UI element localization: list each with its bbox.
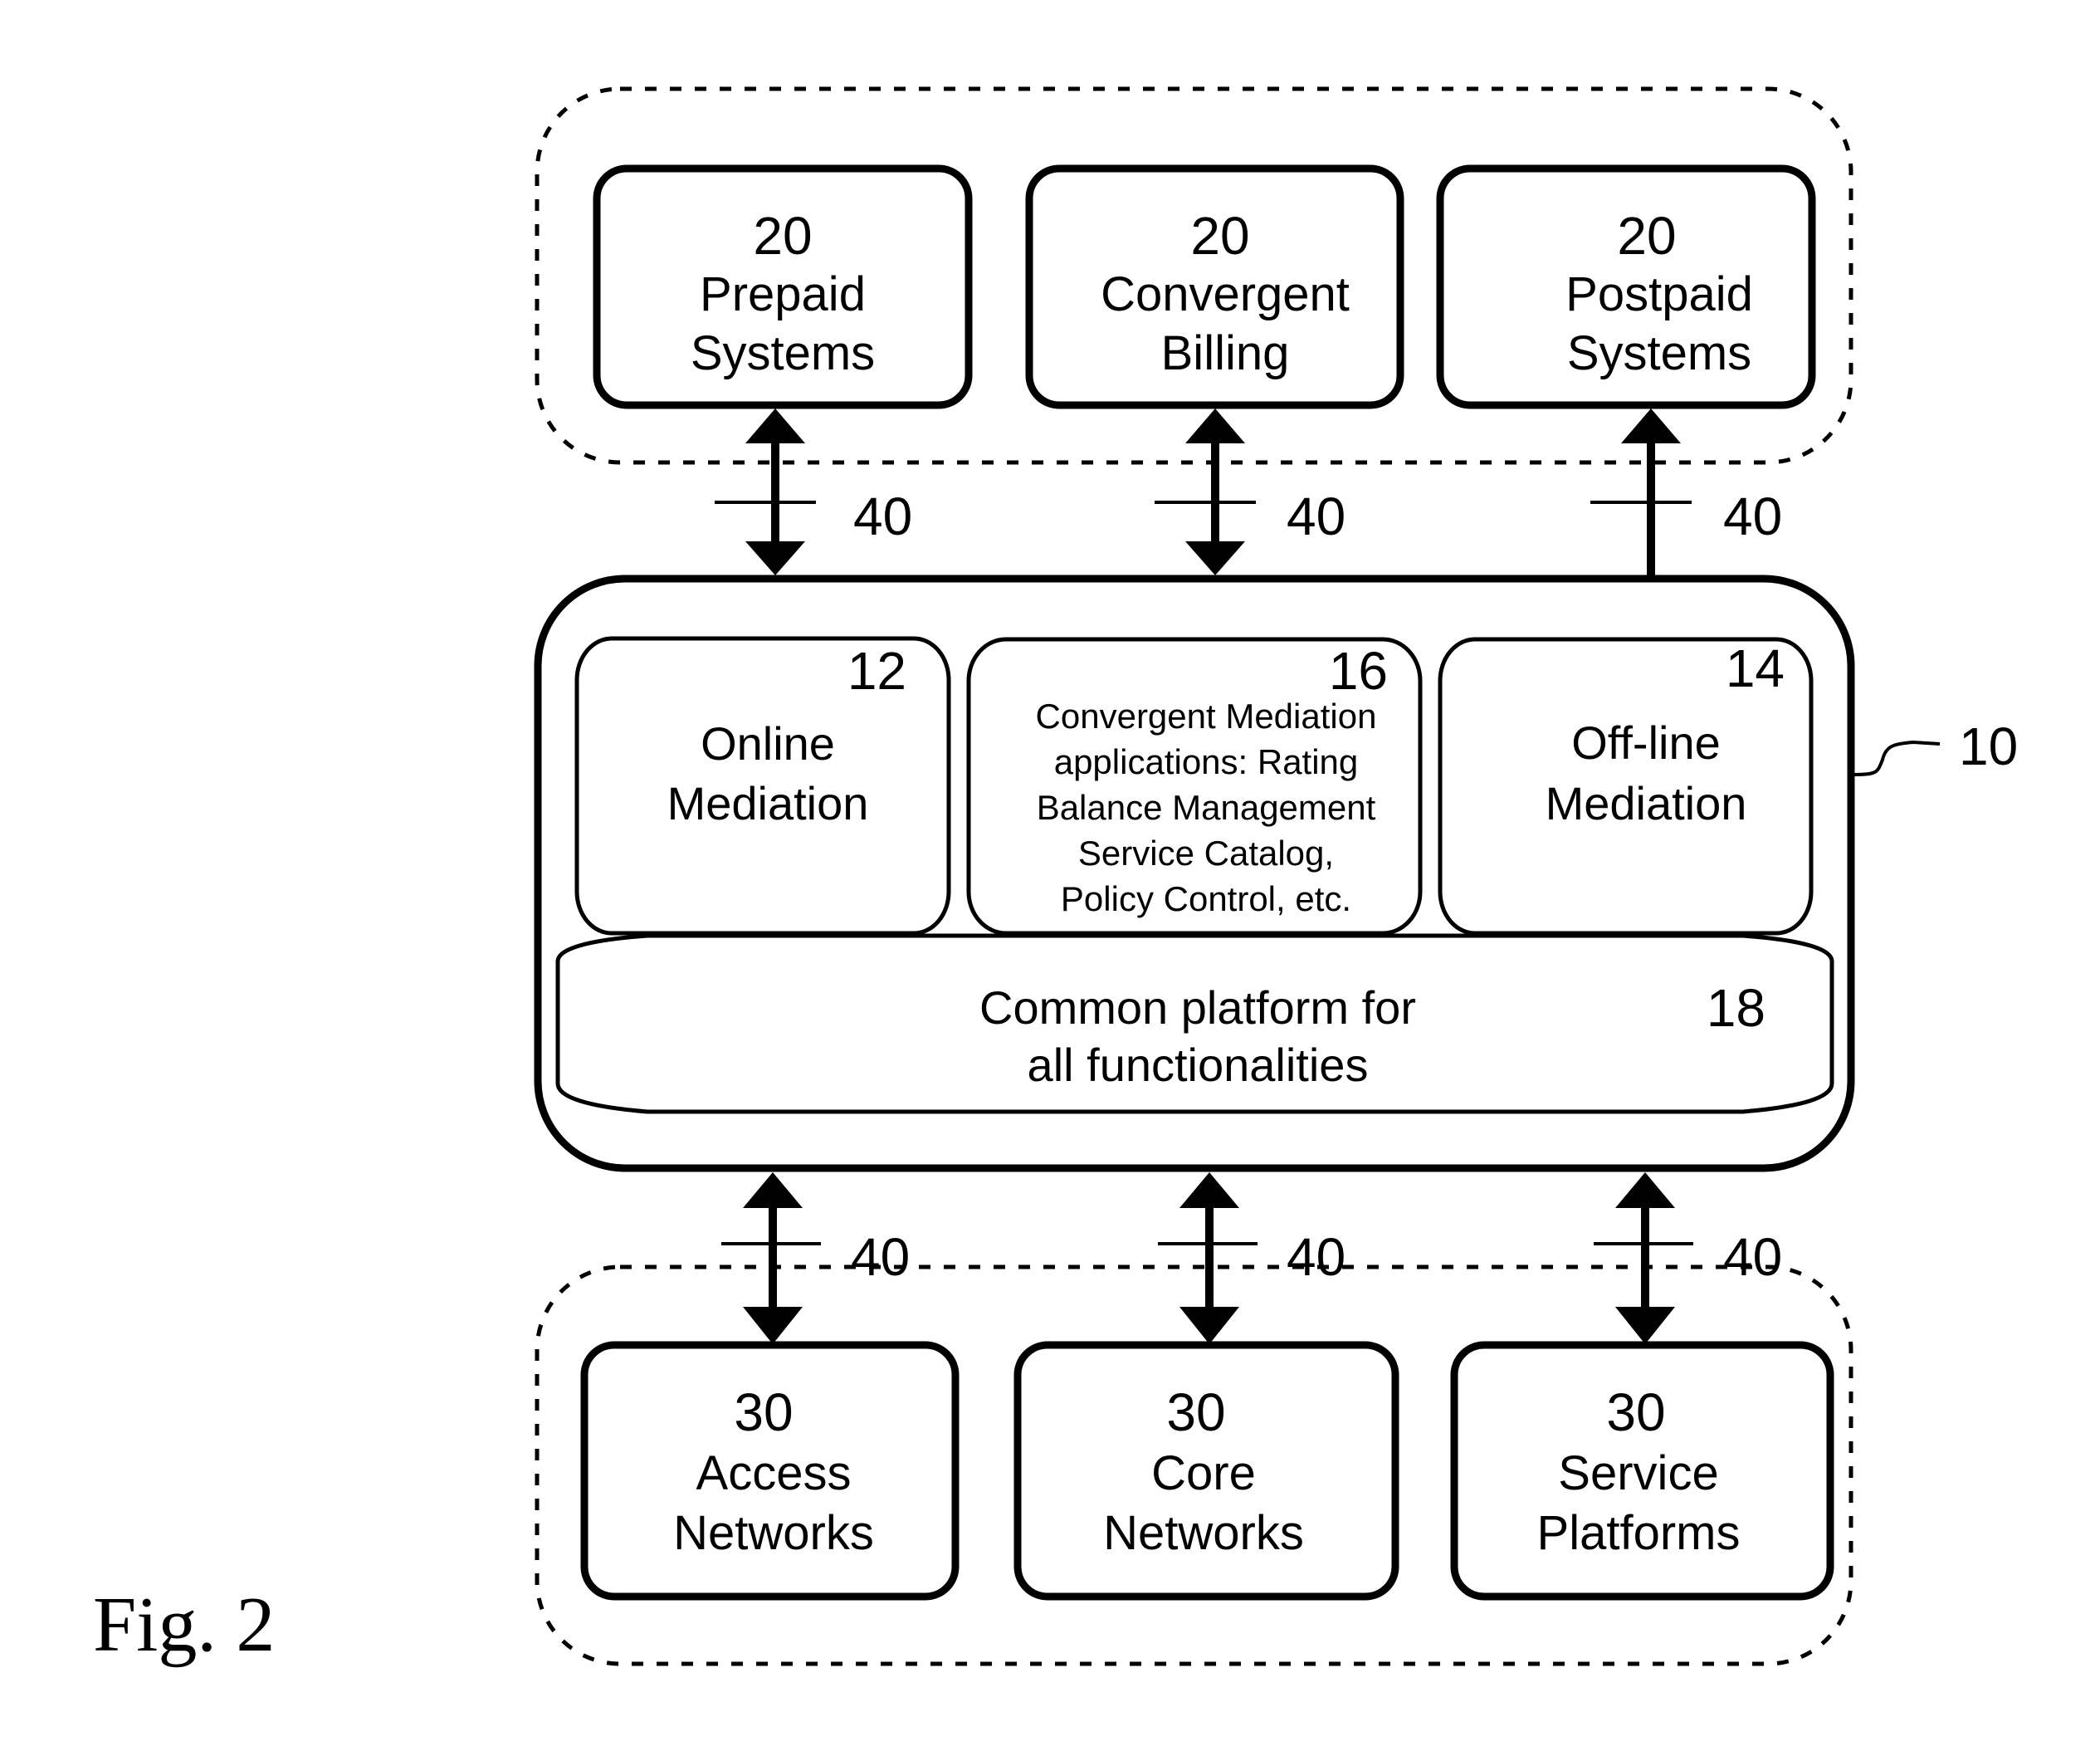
lower-system-label-line1: Core: [1151, 1446, 1256, 1500]
module-label-line2: Mediation: [667, 777, 869, 829]
arrowhead-up-icon: [1615, 1172, 1675, 1208]
module-label-line1: Convergent Mediation: [1036, 697, 1377, 736]
lower-system-label-line2: Platforms: [1537, 1506, 1741, 1560]
upper-system-postpaid: 20 Postpaid Systems: [1436, 164, 1816, 409]
main-system-leader-line: [1853, 740, 1941, 776]
lower-system-access-networks: 30 Access Networks: [580, 1341, 960, 1601]
module-label-line3: Balance Management: [1037, 788, 1376, 827]
module-ref: 12: [847, 641, 906, 701]
upper-system-label-line2: Systems: [691, 326, 875, 380]
upper-system-prepaid: 20 Prepaid Systems: [593, 164, 973, 409]
interface-ref: 40: [1287, 487, 1345, 546]
lower-system-ref: 30: [734, 1382, 793, 1442]
upper-system-label-line2: Billing: [1161, 326, 1290, 380]
module-label-line4: Service Catalog,: [1078, 834, 1334, 873]
upper-interface-1: 40: [715, 408, 912, 575]
common-platform: Common platform for all functionalities …: [555, 933, 1834, 1114]
lower-system-ref: 30: [1166, 1382, 1225, 1442]
arrowhead-up-icon: [1185, 408, 1245, 443]
arrowhead-down-icon: [1179, 1307, 1239, 1344]
upper-system-convergent-billing: 20 Convergent Billing: [1025, 164, 1404, 409]
module-label-line2: applications: Rating: [1054, 742, 1359, 781]
upper-system-ref: 20: [753, 206, 812, 266]
upper-system-label-line1: Postpaid: [1565, 267, 1753, 321]
main-system: 12 Online Mediation 16 Convergent Mediat…: [534, 575, 2018, 1172]
figure-caption: Fig. 2: [93, 1582, 275, 1668]
arrowhead-down-icon: [745, 541, 805, 575]
interface-ref: 40: [851, 1227, 910, 1287]
platform-ref: 18: [1707, 978, 1765, 1038]
upper-system-ref: 20: [1190, 206, 1249, 266]
main-system-ref: 10: [1959, 717, 2018, 776]
module-online-mediation: 12 Online Mediation: [574, 636, 951, 936]
lower-system-label-line1: Access: [696, 1446, 852, 1500]
arrowhead-up-icon: [1621, 408, 1681, 443]
lower-interface-2: 40: [1158, 1172, 1345, 1344]
arrowhead-up-icon: [743, 1172, 803, 1208]
upper-system-label-line1: Convergent: [1101, 267, 1350, 321]
lower-interface-1: 40: [721, 1172, 910, 1344]
module-label-line5: Policy Control, etc.: [1061, 879, 1351, 918]
module-ref: 14: [1726, 638, 1785, 698]
upper-system-ref: 20: [1617, 206, 1676, 266]
interface-ref: 40: [853, 487, 912, 546]
lower-interface-3: 40: [1594, 1172, 1782, 1344]
lower-system-label-line2: Networks: [673, 1506, 874, 1560]
module-label-line1: Online: [701, 717, 835, 770]
lower-system-core-networks: 30 Core Networks: [1013, 1341, 1399, 1601]
arrowhead-down-icon: [743, 1307, 803, 1344]
module-label-line2: Mediation: [1546, 777, 1747, 829]
lower-system-service-platforms: 30 Service Platforms: [1450, 1341, 1834, 1601]
lower-system-ref: 30: [1606, 1382, 1665, 1442]
upper-system-label-line1: Prepaid: [700, 267, 866, 321]
platform-label-line2: all functionalities: [1028, 1039, 1369, 1091]
interface-ref: 40: [1723, 487, 1782, 546]
upper-interface-3: 40: [1590, 408, 1782, 579]
arrowhead-down-icon: [1615, 1307, 1675, 1344]
module-offline-mediation: 14 Off-line Mediation: [1438, 637, 1814, 936]
module-label-line1: Off-line: [1571, 717, 1720, 769]
module-ref: 16: [1329, 641, 1388, 701]
interface-ref: 40: [1723, 1227, 1782, 1287]
upper-system-label-line2: Systems: [1567, 326, 1751, 380]
arrowhead-down-icon: [1185, 541, 1245, 575]
lower-system-label-line2: Networks: [1103, 1506, 1304, 1560]
upper-interface-2: 40: [1155, 408, 1345, 575]
arrowhead-up-icon: [745, 408, 805, 443]
arrowhead-up-icon: [1179, 1172, 1239, 1208]
platform-label-line1: Common platform for: [979, 981, 1416, 1034]
interface-ref: 40: [1287, 1227, 1345, 1287]
module-convergent-mediation: 16 Convergent Mediation applications: Ra…: [966, 637, 1423, 936]
lower-system-label-line1: Service: [1558, 1446, 1718, 1500]
diagram-canvas: 20 Prepaid Systems 20 Convergent Billing…: [93, 86, 2018, 1668]
